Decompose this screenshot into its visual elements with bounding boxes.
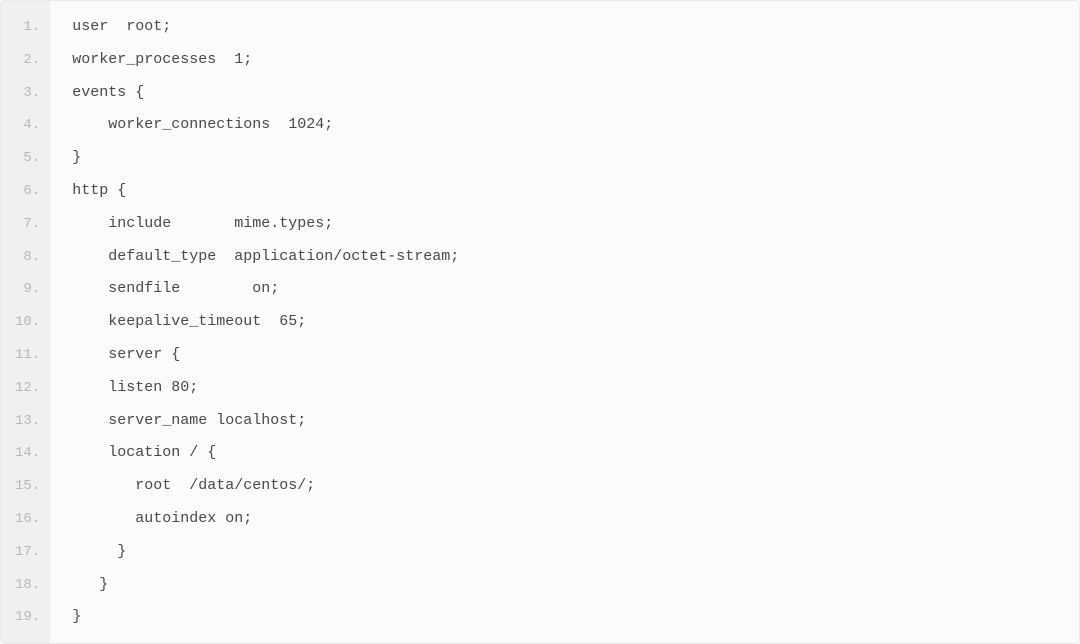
code-line: server { (50, 339, 1079, 372)
code-line: sendfile on; (50, 273, 1079, 306)
code-line: events { (50, 77, 1079, 110)
code-line: include mime.types; (50, 208, 1079, 241)
code-line: worker_connections 1024; (50, 109, 1079, 142)
line-number: 4. (1, 109, 50, 142)
code-block: 1. 2. 3. 4. 5. 6. 7. 8. 9. 10. 11. 12. 1… (0, 0, 1080, 644)
code-line: http { (50, 175, 1079, 208)
code-line: listen 80; (50, 372, 1079, 405)
code-line: user root; (50, 11, 1079, 44)
code-line: default_type application/octet-stream; (50, 241, 1079, 274)
line-number: 12. (1, 372, 50, 405)
line-number: 8. (1, 241, 50, 274)
code-line: } (50, 142, 1079, 175)
code-area[interactable]: user root; worker_processes 1; events { … (50, 1, 1079, 643)
line-number: 2. (1, 44, 50, 77)
code-line: } (50, 601, 1079, 634)
line-number: 6. (1, 175, 50, 208)
code-line: location / { (50, 437, 1079, 470)
code-line: } (50, 536, 1079, 569)
line-number: 10. (1, 306, 50, 339)
code-line: } (50, 569, 1079, 602)
line-number: 1. (1, 11, 50, 44)
line-number: 14. (1, 437, 50, 470)
code-line: root /data/centos/; (50, 470, 1079, 503)
line-number: 19. (1, 601, 50, 634)
code-line: worker_processes 1; (50, 44, 1079, 77)
code-line: server_name localhost; (50, 405, 1079, 438)
code-line: autoindex on; (50, 503, 1079, 536)
line-number: 3. (1, 77, 50, 110)
line-number: 11. (1, 339, 50, 372)
line-number: 7. (1, 208, 50, 241)
line-number: 9. (1, 273, 50, 306)
code-line: keepalive_timeout 65; (50, 306, 1079, 339)
line-number: 17. (1, 536, 50, 569)
line-number-gutter: 1. 2. 3. 4. 5. 6. 7. 8. 9. 10. 11. 12. 1… (1, 1, 50, 643)
line-number: 15. (1, 470, 50, 503)
line-number: 16. (1, 503, 50, 536)
line-number: 5. (1, 142, 50, 175)
line-number: 18. (1, 569, 50, 602)
line-number: 13. (1, 405, 50, 438)
